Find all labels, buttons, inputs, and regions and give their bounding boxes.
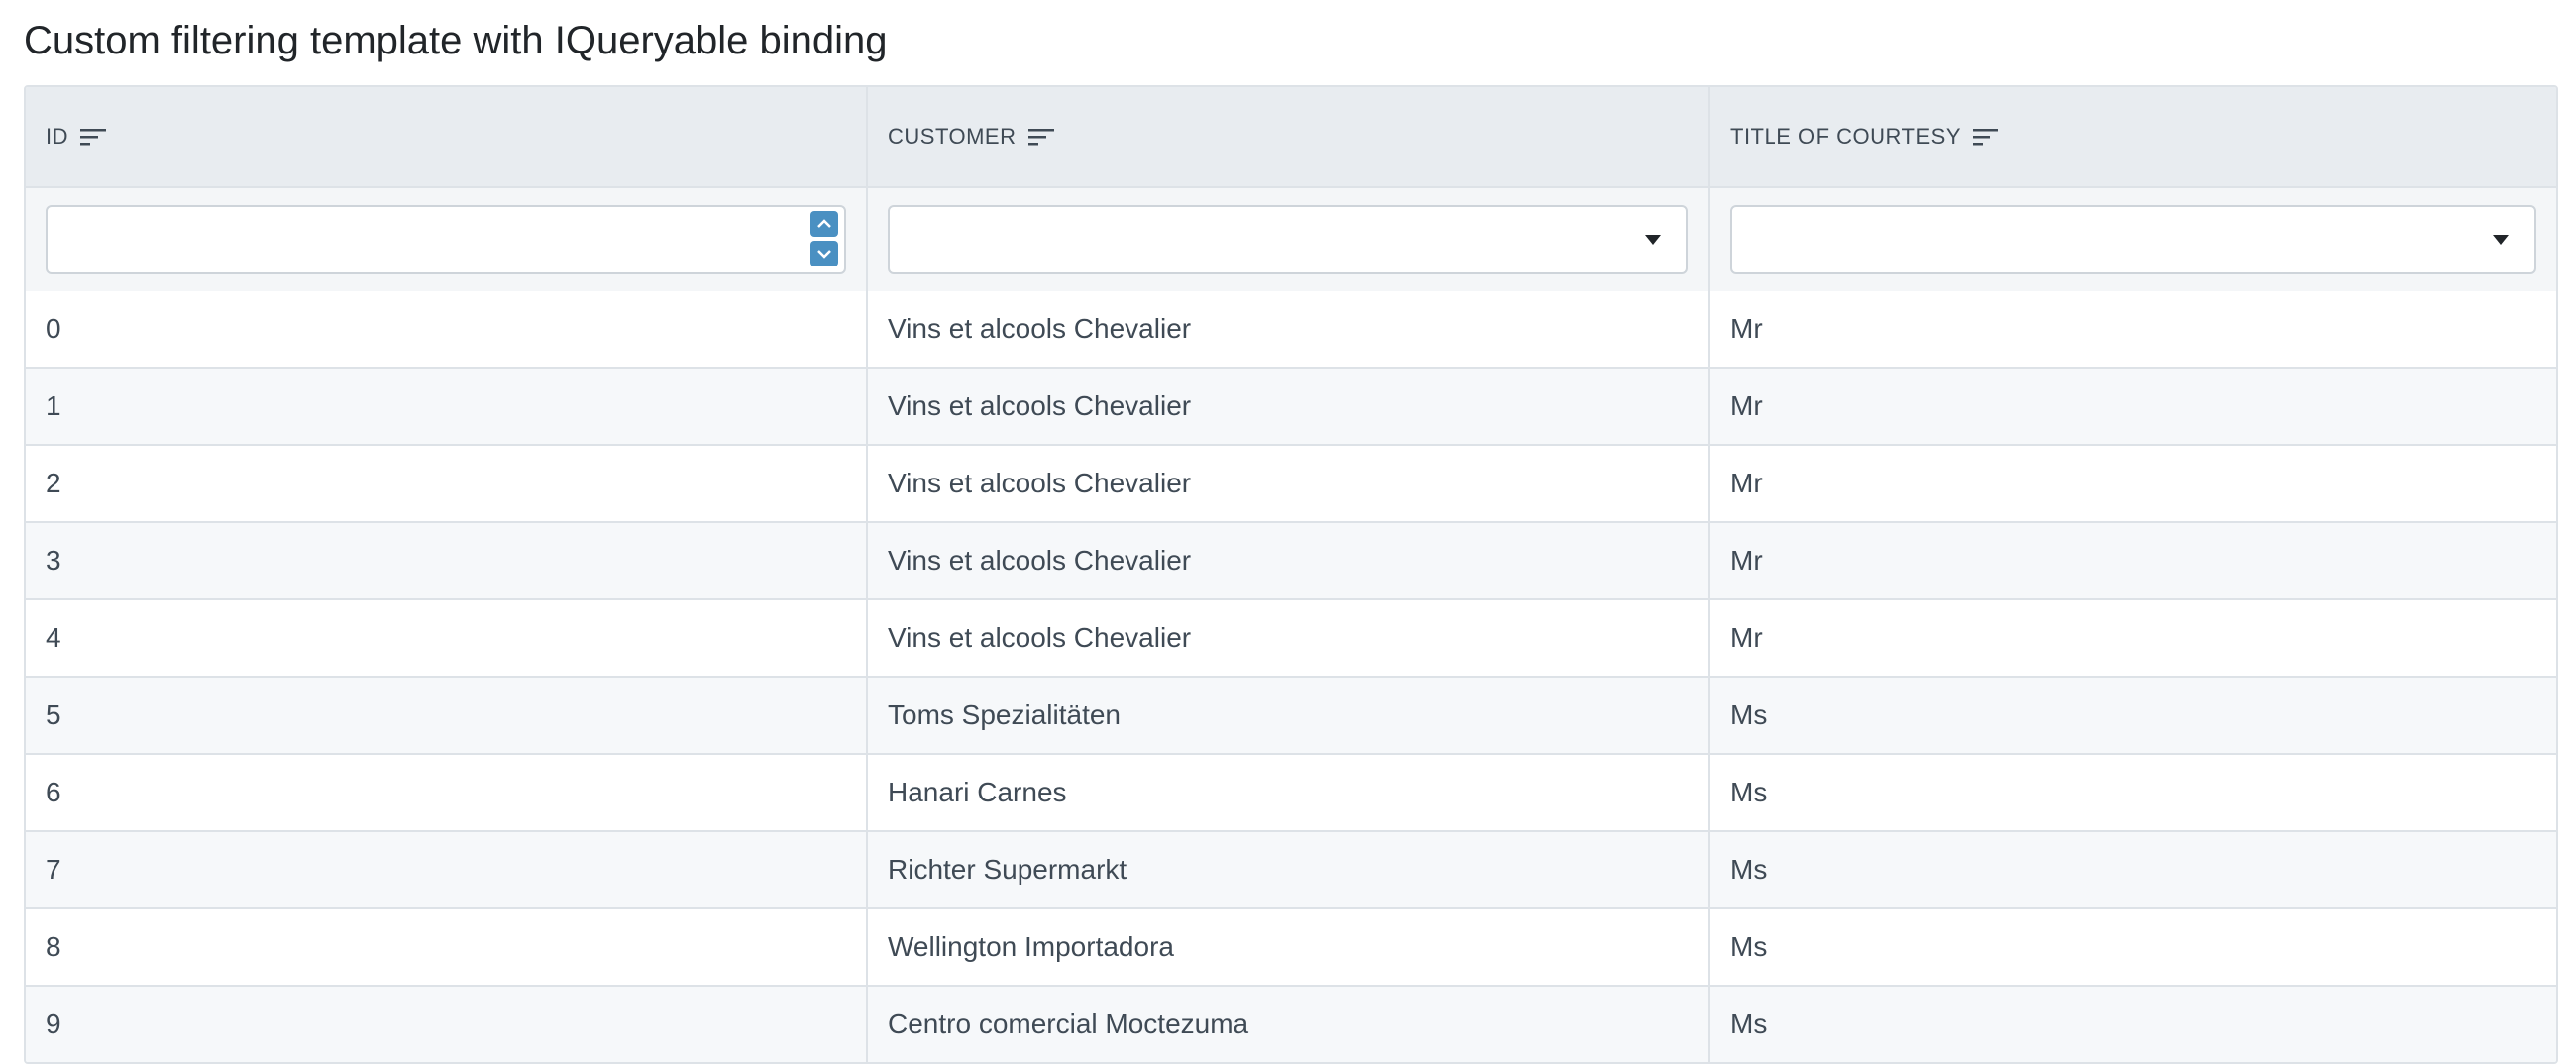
sort-icon[interactable] xyxy=(1027,127,1054,147)
cell-customer[interactable]: Vins et alcools Chevalier xyxy=(868,369,1710,444)
cell-customer[interactable]: Centro comercial Moctezuma xyxy=(868,987,1710,1062)
cell-customer[interactable]: Wellington Importadora xyxy=(868,909,1710,985)
column-header-label: TITLE OF COURTESY xyxy=(1730,124,1962,149)
cell-title[interactable]: Mr xyxy=(1710,446,2556,521)
column-header-label: ID xyxy=(46,124,68,149)
title-filter-dropdown[interactable] xyxy=(1730,205,2536,274)
grid-header-row: ID CUSTOMER TITLE OF COURTESY xyxy=(26,87,2556,186)
cell-title[interactable]: Ms xyxy=(1710,678,2556,753)
cell-id[interactable]: 5 xyxy=(26,678,868,753)
cell-customer[interactable]: Toms Spezialitäten xyxy=(868,678,1710,753)
column-header-customer[interactable]: CUSTOMER xyxy=(868,87,1710,186)
id-filter-input[interactable] xyxy=(48,207,844,272)
cell-customer[interactable]: Vins et alcools Chevalier xyxy=(868,291,1710,367)
cell-title[interactable]: Mr xyxy=(1710,523,2556,598)
filter-cell-id xyxy=(26,188,868,291)
grid-filter-row xyxy=(26,186,2556,291)
table-row[interactable]: 8 Wellington Importadora Ms xyxy=(26,907,2556,985)
table-row[interactable]: 0 Vins et alcools Chevalier Mr xyxy=(26,291,2556,367)
cell-id[interactable]: 7 xyxy=(26,832,868,907)
id-filter-numeric-input[interactable] xyxy=(46,205,846,274)
table-row[interactable]: 4 Vins et alcools Chevalier Mr xyxy=(26,598,2556,676)
cell-id[interactable]: 2 xyxy=(26,446,868,521)
cell-id[interactable]: 3 xyxy=(26,523,868,598)
customer-filter-dropdown[interactable] xyxy=(888,205,1688,274)
column-header-label: CUSTOMER xyxy=(888,124,1017,149)
chevron-up-icon xyxy=(817,219,831,228)
table-row[interactable]: 7 Richter Supermarkt Ms xyxy=(26,830,2556,907)
cell-id[interactable]: 1 xyxy=(26,369,868,444)
table-row[interactable]: 5 Toms Spezialitäten Ms xyxy=(26,676,2556,753)
filter-cell-title-of-courtesy xyxy=(1710,188,2556,291)
caret-down-icon[interactable] xyxy=(2493,235,2509,245)
cell-title[interactable]: Mr xyxy=(1710,600,2556,676)
cell-id[interactable]: 6 xyxy=(26,755,868,830)
cell-customer[interactable]: Vins et alcools Chevalier xyxy=(868,446,1710,521)
increment-button[interactable] xyxy=(810,211,838,237)
cell-title[interactable]: Ms xyxy=(1710,987,2556,1062)
caret-down-icon[interactable] xyxy=(1645,235,1661,245)
sort-icon[interactable] xyxy=(1973,127,1999,147)
cell-id[interactable]: 9 xyxy=(26,987,868,1062)
filter-cell-customer xyxy=(868,188,1710,291)
cell-title[interactable]: Mr xyxy=(1710,369,2556,444)
decrement-button[interactable] xyxy=(810,241,838,266)
cell-customer[interactable]: Vins et alcools Chevalier xyxy=(868,600,1710,676)
cell-id[interactable]: 8 xyxy=(26,909,868,985)
cell-title[interactable]: Ms xyxy=(1710,832,2556,907)
cell-title[interactable]: Mr xyxy=(1710,291,2556,367)
table-row[interactable]: 2 Vins et alcools Chevalier Mr xyxy=(26,444,2556,521)
table-row[interactable]: 6 Hanari Carnes Ms xyxy=(26,753,2556,830)
data-grid: ID CUSTOMER TITLE OF COURTESY 0 Vins et … xyxy=(24,85,2558,1064)
table-row[interactable]: 9 Centro comercial Moctezuma Ms xyxy=(26,985,2556,1062)
table-row[interactable]: 1 Vins et alcools Chevalier Mr xyxy=(26,367,2556,444)
sort-icon[interactable] xyxy=(80,127,106,147)
cell-title[interactable]: Ms xyxy=(1710,755,2556,830)
cell-title[interactable]: Ms xyxy=(1710,909,2556,985)
chevron-down-icon xyxy=(817,250,831,259)
cell-id[interactable]: 4 xyxy=(26,600,868,676)
cell-customer[interactable]: Hanari Carnes xyxy=(868,755,1710,830)
cell-id[interactable]: 0 xyxy=(26,291,868,367)
column-header-title-of-courtesy[interactable]: TITLE OF COURTESY xyxy=(1710,87,2556,186)
page-title: Custom filtering template with IQueryabl… xyxy=(24,19,888,62)
cell-customer[interactable]: Vins et alcools Chevalier xyxy=(868,523,1710,598)
cell-customer[interactable]: Richter Supermarkt xyxy=(868,832,1710,907)
column-header-id[interactable]: ID xyxy=(26,87,868,186)
table-row[interactable]: 3 Vins et alcools Chevalier Mr xyxy=(26,521,2556,598)
